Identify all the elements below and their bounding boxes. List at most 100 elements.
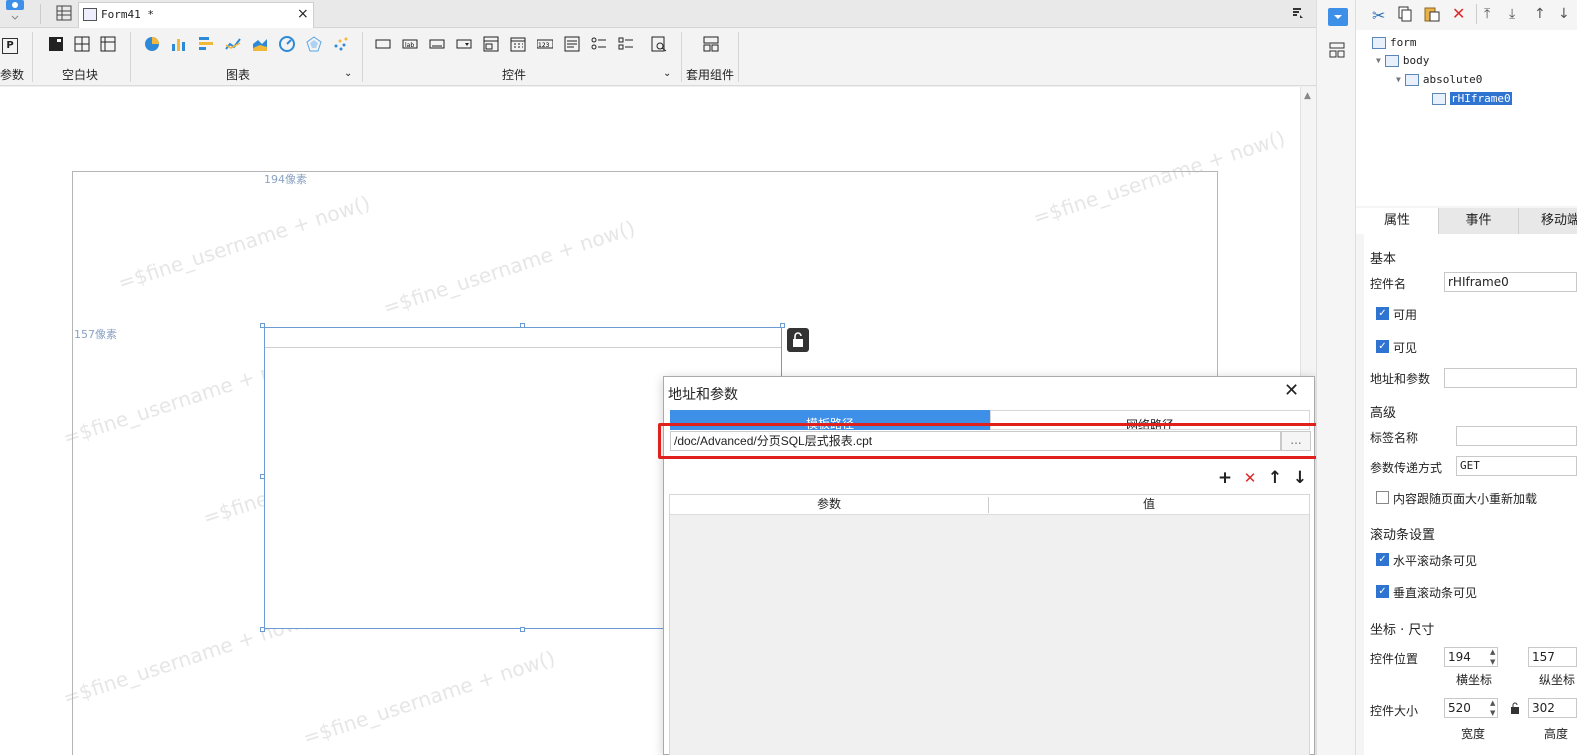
tab-block-icon[interactable] (74, 36, 90, 52)
gauge-chart-icon[interactable] (279, 36, 295, 52)
blank-block-icon[interactable] (48, 36, 64, 52)
date-widget-icon[interactable] (510, 36, 526, 52)
resize-handle[interactable] (780, 323, 785, 328)
copy-icon[interactable] (1398, 6, 1412, 22)
tab-form41[interactable]: Form41 * × (78, 2, 314, 28)
line-chart-icon[interactable] (225, 36, 241, 52)
resize-handle[interactable] (260, 474, 265, 479)
text-widget-icon[interactable] (429, 36, 445, 52)
url-params-input[interactable] (1444, 368, 1577, 388)
cut-icon[interactable]: ✂ (1372, 6, 1385, 25)
y-input[interactable]: 157 (1528, 647, 1577, 667)
highlight-box (658, 423, 1322, 459)
name-input[interactable]: rHIframe0 (1444, 272, 1577, 292)
layout-block-icon[interactable] (100, 36, 116, 52)
divider (32, 32, 33, 82)
move-top-icon[interactable]: ⤒ (1484, 6, 1490, 22)
v-scroll-checkbox[interactable]: ✓ (1376, 585, 1389, 598)
visible-checkbox[interactable]: ✓ (1376, 340, 1389, 353)
column-header-value[interactable]: 值 (989, 495, 1309, 513)
divider (362, 32, 363, 82)
move-up-icon[interactable]: ↑ (1266, 469, 1284, 487)
move-bottom-icon[interactable]: ↓ (1558, 6, 1570, 22)
paste-icon[interactable] (1424, 6, 1440, 22)
horizontal-bar-icon[interactable] (198, 36, 214, 52)
chevron-down-icon[interactable]: ⌄ (344, 68, 352, 79)
tab-mobile[interactable]: 移动端 (1518, 208, 1577, 234)
move-down-icon[interactable]: ⤓ (1509, 6, 1515, 22)
tag-name-input[interactable] (1456, 426, 1577, 446)
divider (1476, 4, 1477, 24)
column-header-param[interactable]: 参数 (670, 495, 988, 513)
visible-label: 可见 (1393, 341, 1418, 355)
textarea-widget-icon[interactable] (564, 36, 580, 52)
dialog-title: 地址和参数 (668, 387, 738, 403)
width-stepper-icon[interactable]: ▲ ▼ (1490, 698, 1500, 718)
collapse-icon[interactable]: ▼ (1396, 75, 1401, 84)
enabled-label: 可用 (1393, 308, 1418, 322)
resize-handle[interactable] (520, 627, 525, 632)
scatter-chart-icon[interactable] (333, 36, 349, 52)
resize-handle[interactable] (520, 323, 525, 328)
close-tab-icon[interactable]: × (297, 6, 309, 22)
label-widget-icon[interactable]: lab (402, 36, 418, 52)
checkbox-group-widget-icon[interactable] (618, 36, 634, 52)
svg-text:123: 123 (538, 42, 550, 49)
x-stepper-icon[interactable]: ▲ ▼ (1490, 647, 1500, 667)
section-advanced: 高级 (1370, 406, 1397, 421)
tree-node-form[interactable]: form (1372, 36, 1417, 49)
params-table (669, 494, 1310, 755)
template-component-icon[interactable] (703, 36, 719, 52)
tree-node-iframe[interactable]: rHIframe0 (1432, 92, 1512, 105)
tab-properties[interactable]: 属性 (1356, 208, 1438, 234)
absolute-layout-icon (1404, 73, 1419, 86)
divider (681, 32, 682, 82)
y-caption: 纵坐标 (1539, 673, 1576, 687)
move-up-icon[interactable]: ↑ (1534, 6, 1546, 22)
delete-icon[interactable]: ✕ (1452, 4, 1465, 23)
button-widget-icon[interactable] (375, 36, 391, 52)
radar-chart-icon[interactable] (306, 36, 322, 52)
collapse-icon[interactable]: ▼ (1376, 56, 1381, 65)
aspect-lock-icon[interactable] (1510, 702, 1520, 714)
tab-bar: Form41 * × (0, 0, 1316, 28)
y-ruler-label: 157像素 (74, 328, 117, 341)
number-widget-icon[interactable]: 123 (536, 36, 554, 52)
tree-node-body[interactable]: ▼ body (1376, 54, 1429, 67)
resize-handle[interactable] (260, 627, 265, 632)
size-label: 控件大小 (1370, 704, 1419, 718)
h-scroll-checkbox[interactable]: ✓ (1376, 553, 1389, 566)
grid-icon[interactable] (56, 5, 72, 21)
dropdown-menu-icon[interactable] (1291, 6, 1305, 20)
resize-handle[interactable] (260, 323, 265, 328)
combobox-widget-icon[interactable] (456, 36, 472, 52)
tree-node-absolute0[interactable]: ▼ absolute0 (1396, 73, 1482, 86)
layout-panel-icon[interactable] (1329, 42, 1345, 58)
tab-events[interactable]: 事件 (1438, 208, 1518, 234)
add-row-icon[interactable]: + (1216, 469, 1234, 487)
radio-group-widget-icon[interactable] (591, 36, 607, 52)
tab-label: Form41 * (101, 8, 154, 21)
component-panel-icon[interactable] (1328, 8, 1348, 26)
delete-row-icon[interactable]: ✕ (1241, 469, 1259, 487)
unlock-icon[interactable] (787, 328, 809, 352)
search-widget-icon[interactable] (651, 36, 667, 52)
height-input[interactable]: 302 (1528, 698, 1577, 718)
properties-panel: ✂ ✕ ⤒ ⤓ ↑ ↓ form ▼ body ▼ absolute0 rHIfra… (1356, 0, 1577, 755)
svg-text:lab: lab (405, 42, 414, 49)
app-logo-icon[interactable] (4, 0, 26, 22)
move-down-icon[interactable]: ↓ (1291, 469, 1309, 487)
close-dialog-icon[interactable]: ✕ (1284, 380, 1299, 401)
param-method-select[interactable]: GET (1456, 456, 1577, 476)
v-scroll-label: 垂直滚动条可见 (1393, 586, 1478, 600)
scroll-up-icon[interactable]: ▲ (1304, 91, 1311, 101)
parameter-pane-icon[interactable]: P (2, 38, 18, 54)
enabled-checkbox[interactable]: ✓ (1376, 307, 1389, 320)
reload-checkbox[interactable] (1376, 491, 1389, 504)
bar-chart-icon[interactable] (171, 36, 187, 52)
pie-chart-icon[interactable] (144, 36, 160, 52)
list-widget-icon[interactable] (483, 36, 499, 52)
group-controls-label: 控件 (502, 68, 527, 82)
area-chart-icon[interactable] (252, 36, 268, 52)
chevron-down-icon[interactable]: ⌄ (663, 68, 671, 79)
